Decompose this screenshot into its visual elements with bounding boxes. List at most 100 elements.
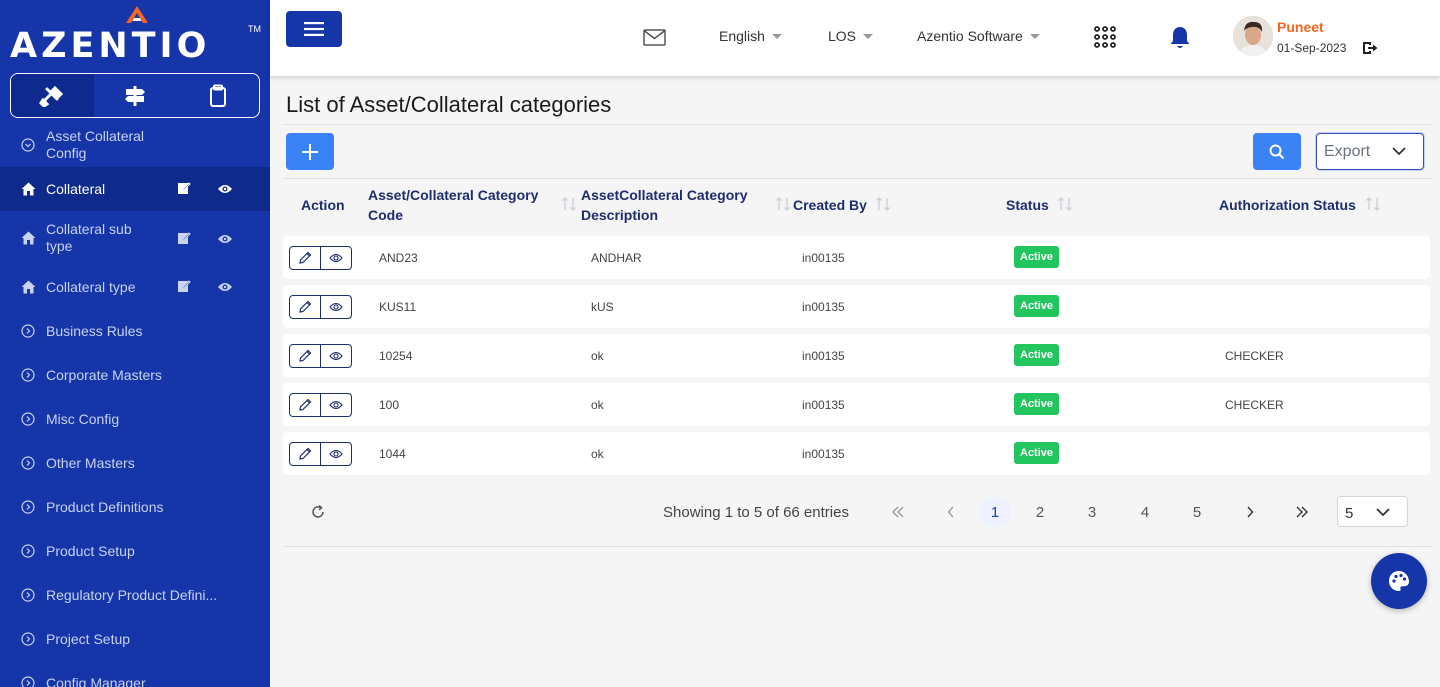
chevron-circle-icon — [20, 587, 36, 603]
chevron-down-icon — [1376, 508, 1390, 517]
cell-code: 100 — [379, 398, 400, 412]
search-button[interactable] — [1253, 133, 1301, 170]
view-button[interactable] — [321, 296, 351, 318]
caret-down-icon — [771, 33, 782, 39]
view-button[interactable] — [321, 394, 351, 416]
last-page-icon[interactable] — [1286, 496, 1318, 528]
sidebar-tabs — [10, 73, 260, 118]
home-icon — [20, 230, 36, 246]
eye-icon[interactable] — [217, 280, 233, 296]
sidebar-item-label: Collateral type — [46, 278, 136, 295]
menu-toggle-button[interactable] — [286, 11, 342, 47]
sidebar: AZENTIO TM Asset Collateral Config Colla… — [0, 0, 270, 687]
add-button[interactable] — [286, 133, 334, 170]
sidebar-item-config-manager[interactable]: Config Manager — [0, 661, 270, 687]
refresh-icon[interactable] — [310, 504, 326, 525]
palette-icon — [1389, 571, 1409, 591]
edit-button[interactable] — [290, 345, 321, 367]
cell-code: 10254 — [379, 349, 413, 363]
sidebar-item-regulatory-product-definitions[interactable]: Regulatory Product Defini... — [0, 573, 270, 617]
module-label: LOS — [828, 28, 857, 44]
pencil-icon — [299, 447, 312, 460]
page-button[interactable]: 1 — [979, 496, 1011, 528]
status-badge: Active — [1014, 442, 1060, 464]
pagination-summary: Showing 1 to 5 of 66 entries — [663, 504, 849, 521]
sidebar-item-collateral-sub-type[interactable]: Collateral sub type — [0, 211, 270, 265]
rows-per-page-value: 5 — [1345, 505, 1354, 522]
sort-icon[interactable] — [875, 196, 891, 217]
plus-icon — [302, 143, 318, 160]
tab-signpost[interactable] — [94, 74, 177, 117]
sidebar-item-product-definitions[interactable]: Product Definitions — [0, 485, 270, 529]
chevron-circle-icon — [20, 455, 36, 471]
status-badge: Active — [1014, 246, 1060, 268]
sidebar-item-misc-config[interactable]: Misc Config — [0, 397, 270, 441]
sidebar-item-label: Config Manager — [46, 674, 146, 687]
eye-icon — [329, 400, 343, 410]
tab-tools[interactable] — [11, 74, 94, 117]
sort-icon[interactable] — [1365, 196, 1381, 217]
row-actions — [289, 393, 352, 417]
module-dropdown[interactable]: LOS — [828, 28, 874, 44]
row-actions — [289, 442, 352, 466]
avatar[interactable] — [1233, 16, 1273, 56]
row-actions — [289, 295, 352, 319]
edit-button[interactable] — [290, 394, 321, 416]
sort-icon[interactable] — [561, 196, 577, 217]
chevron-circle-icon — [20, 411, 36, 427]
column-header-authorization-status[interactable]: Authorization Status — [1219, 195, 1356, 215]
sidebar-item-corporate-masters[interactable]: Corporate Masters — [0, 353, 270, 397]
cell-description: ok — [591, 398, 604, 412]
apps-grid-icon[interactable] — [1094, 26, 1116, 53]
bell-icon[interactable] — [1169, 26, 1191, 55]
chevron-circle-icon — [20, 675, 36, 687]
user-name: Puneet — [1277, 19, 1324, 35]
sidebar-item-other-masters[interactable]: Other Masters — [0, 441, 270, 485]
sidebar-item-collateral-type[interactable]: Collateral type — [0, 265, 270, 309]
company-dropdown[interactable]: Azentio Software — [917, 28, 1040, 44]
chevron-circle-icon — [20, 367, 36, 383]
edit-icon[interactable] — [177, 279, 191, 296]
view-button[interactable] — [321, 443, 351, 465]
sidebar-item-label: Collateral sub type — [46, 221, 132, 254]
chevron-circle-icon — [20, 543, 36, 559]
page-button[interactable]: 4 — [1129, 496, 1161, 528]
edit-icon[interactable] — [177, 231, 191, 248]
sidebar-menu: Asset Collateral Config Collateral Colla… — [0, 123, 270, 687]
export-select[interactable]: Export — [1316, 133, 1424, 170]
prev-page-icon[interactable] — [935, 496, 967, 528]
edit-button[interactable] — [290, 296, 321, 318]
next-page-icon[interactable] — [1234, 496, 1266, 528]
page-button[interactable]: 5 — [1181, 496, 1213, 528]
column-header-status[interactable]: Status — [1006, 195, 1049, 215]
sidebar-item-asset-collateral-config[interactable]: Asset Collateral Config — [0, 123, 270, 167]
sidebar-item-project-setup[interactable]: Project Setup — [0, 617, 270, 661]
language-dropdown[interactable]: English — [719, 28, 782, 44]
page-title: List of Asset/Collateral categories — [286, 92, 612, 117]
logout-icon[interactable] — [1362, 41, 1378, 60]
page-button[interactable]: 2 — [1024, 496, 1056, 528]
tab-clipboard[interactable] — [176, 74, 259, 117]
sort-icon[interactable] — [775, 196, 791, 217]
sidebar-item-product-setup[interactable]: Product Setup — [0, 529, 270, 573]
edit-button[interactable] — [290, 443, 321, 465]
column-header-code[interactable]: Asset/Collateral Category Code — [368, 185, 558, 225]
page-button[interactable]: 3 — [1076, 496, 1108, 528]
eye-icon[interactable] — [217, 232, 233, 248]
language-label: English — [719, 28, 765, 44]
view-button[interactable] — [321, 247, 351, 269]
theme-palette-button[interactable] — [1371, 553, 1427, 609]
column-header-description[interactable]: AssetCollateral Category Description — [581, 185, 771, 225]
sort-icon[interactable] — [1057, 196, 1073, 217]
mail-icon[interactable] — [643, 29, 666, 51]
eye-icon[interactable] — [217, 182, 233, 198]
sidebar-item-collateral[interactable]: Collateral — [0, 167, 270, 211]
edit-button[interactable] — [290, 247, 321, 269]
edit-icon[interactable] — [177, 181, 191, 198]
rows-per-page-select[interactable]: 5 — [1337, 496, 1408, 527]
sidebar-item-business-rules[interactable]: Business Rules — [0, 309, 270, 353]
view-button[interactable] — [321, 345, 351, 367]
column-header-created-by[interactable]: Created By — [793, 195, 867, 215]
first-page-icon[interactable] — [882, 496, 914, 528]
export-label: Export — [1324, 142, 1371, 160]
